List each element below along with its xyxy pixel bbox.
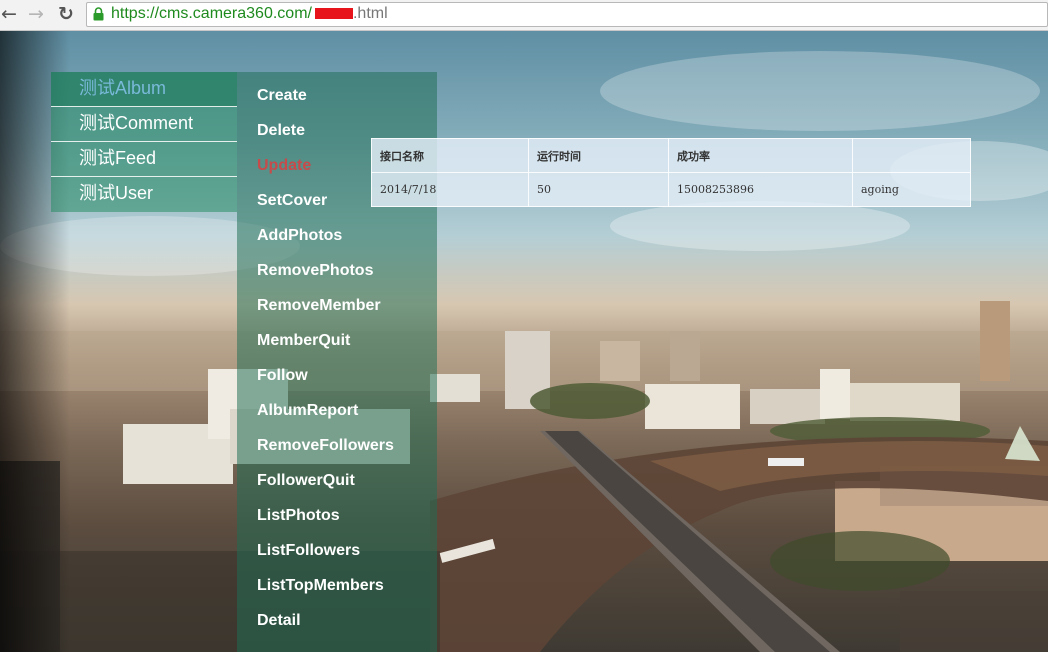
url-path: .html bbox=[352, 5, 388, 22]
header-extra bbox=[852, 138, 971, 173]
submenu-item-update[interactable]: Update bbox=[257, 148, 311, 183]
browser-toolbar: ← → ↻ https://cms.camera360.com/ .html bbox=[0, 0, 1048, 31]
forward-arrow-icon[interactable]: → bbox=[25, 3, 47, 25]
reload-icon[interactable]: ↻ bbox=[55, 3, 77, 25]
submenu-item-follow[interactable]: Follow bbox=[257, 358, 308, 393]
lock-icon bbox=[93, 7, 104, 21]
address-bar[interactable]: https://cms.camera360.com/ .html bbox=[86, 2, 1048, 27]
cell-date: 2014/7/18 bbox=[371, 172, 529, 207]
submenu-item-setcover[interactable]: SetCover bbox=[257, 183, 327, 218]
category-item-feed[interactable]: 测试Feed bbox=[51, 142, 237, 177]
back-arrow-icon[interactable]: ← bbox=[0, 3, 20, 25]
url-host: cms.camera360.com/ bbox=[159, 5, 312, 22]
url-text: https://cms.camera360.com/ .html bbox=[111, 5, 388, 23]
category-item-comment[interactable]: 测试Comment bbox=[51, 107, 237, 142]
category-item-album[interactable]: 测试Album bbox=[51, 72, 237, 107]
submenu-item-removephotos[interactable]: RemovePhotos bbox=[257, 253, 373, 288]
submenu-item-addphotos[interactable]: AddPhotos bbox=[257, 218, 342, 253]
header-api-name: 接口名称 bbox=[371, 138, 529, 173]
table-header-row: 接口名称 运行时间 成功率 bbox=[371, 138, 971, 173]
header-run-time: 运行时间 bbox=[528, 138, 669, 173]
submenu-item-listphotos[interactable]: ListPhotos bbox=[257, 498, 340, 533]
submenu-item-followerquit[interactable]: FollowerQuit bbox=[257, 463, 355, 498]
cell-status: agoing bbox=[852, 172, 971, 207]
category-menu: 测试Album 测试Comment 测试Feed 测试User bbox=[51, 72, 237, 212]
redaction-mark bbox=[314, 8, 353, 19]
submenu-item-removefollowers[interactable]: RemoveFollowers bbox=[257, 428, 394, 463]
submenu-item-albumreport[interactable]: AlbumReport bbox=[257, 393, 358, 428]
category-item-user[interactable]: 测试User bbox=[51, 177, 237, 212]
submenu-item-memberquit[interactable]: MemberQuit bbox=[257, 323, 350, 358]
table-row: 2014/7/18 50 15008253896 agoing bbox=[371, 172, 971, 207]
submenu-item-detail[interactable]: Detail bbox=[257, 603, 301, 638]
submenu-item-removemember[interactable]: RemoveMember bbox=[257, 288, 381, 323]
submenu-item-listfollowers[interactable]: ListFollowers bbox=[257, 533, 360, 568]
submenu-item-delete[interactable]: Delete bbox=[257, 113, 305, 148]
url-scheme: https:// bbox=[111, 5, 160, 22]
results-table: 接口名称 运行时间 成功率 2014/7/18 50 15008253896 a… bbox=[371, 138, 971, 207]
cell-run-time: 50 bbox=[528, 172, 669, 207]
cell-success-rate: 15008253896 bbox=[668, 172, 853, 207]
submenu-item-listtopmembers[interactable]: ListTopMembers bbox=[257, 568, 384, 603]
header-success-rate: 成功率 bbox=[668, 138, 853, 173]
page-viewport: 测试Album 测试Comment 测试Feed 测试User Create D… bbox=[0, 31, 1048, 652]
submenu-item-create[interactable]: Create bbox=[257, 78, 307, 113]
